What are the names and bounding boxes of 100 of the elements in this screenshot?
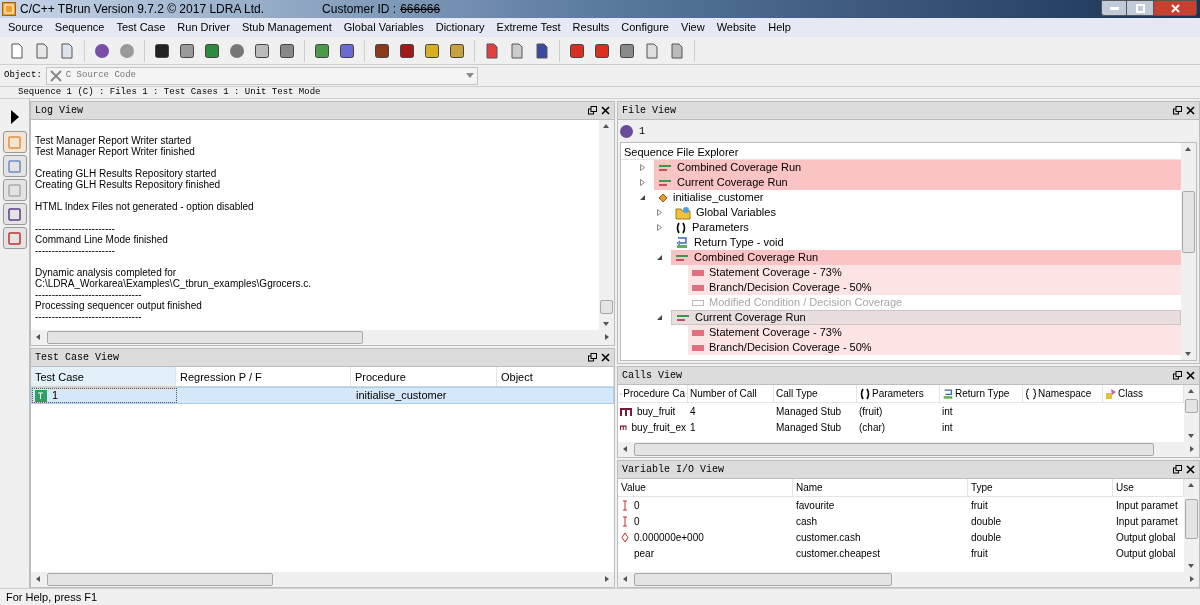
tree-item[interactable]: Return Type - void	[671, 235, 1181, 250]
side-tool-button[interactable]	[2, 203, 27, 225]
collapsed-arrow-icon[interactable]	[639, 164, 646, 171]
table-cell-text: Managed Stub	[775, 420, 843, 435]
bar-icon	[692, 283, 704, 292]
output-icon	[621, 531, 629, 543]
return-arrow-icon	[675, 236, 689, 249]
table-cell-text: 1	[52, 388, 59, 404]
menu-item[interactable]: Dictionary	[429, 18, 491, 37]
close-icon[interactable]	[601, 353, 610, 362]
column-header[interactable]: Return Type	[940, 385, 1023, 402]
panel-title: Test Case View	[35, 351, 119, 365]
log-line: --------------------------------	[35, 311, 143, 322]
bar-icon	[692, 298, 704, 307]
menu-item[interactable]: Configure	[615, 18, 675, 37]
play-icon[interactable]	[9, 109, 20, 125]
column-header[interactable]: Call Type	[774, 385, 857, 402]
column-header[interactable]: Parameters	[857, 385, 940, 402]
scrollbar[interactable]	[31, 572, 614, 587]
table-cell-text: fruit	[970, 546, 989, 561]
square-icon	[8, 183, 21, 197]
column-header[interactable]: Procedure Ca	[618, 385, 688, 402]
tree-item[interactable]: Branch/Decision Coverage - 50%	[688, 340, 1181, 355]
menu-item[interactable]: Run Driver	[171, 18, 236, 37]
float-icon[interactable]	[588, 106, 597, 115]
float-icon[interactable]	[1173, 371, 1182, 380]
side-tool-button[interactable]	[2, 227, 27, 249]
menu-item[interactable]: Test Case	[110, 18, 172, 37]
menu-item[interactable]: Stub Management	[235, 18, 338, 37]
column-header[interactable]: Type	[968, 479, 1113, 496]
close-icon[interactable]	[601, 106, 610, 115]
bars-icon	[675, 252, 689, 263]
tree-item[interactable]: Statement Coverage - 73%	[688, 265, 1181, 280]
menu-item[interactable]: View	[675, 18, 711, 37]
scrollbar[interactable]	[31, 330, 614, 345]
square-icon	[8, 231, 21, 245]
scrollbar[interactable]	[618, 442, 1199, 457]
scrollbar[interactable]	[1181, 143, 1196, 360]
float-icon[interactable]	[1173, 465, 1182, 474]
float-icon[interactable]	[588, 353, 597, 362]
column-header[interactable]: Number of Call	[688, 385, 774, 402]
tree-item[interactable]: initialise_customer	[654, 190, 1181, 205]
column-header[interactable]: Regression P / F	[176, 367, 351, 386]
table-cell-text: cash	[795, 514, 819, 529]
scrollbar[interactable]	[1184, 479, 1199, 572]
bar-icon	[692, 343, 704, 352]
parentheses-icon	[859, 387, 871, 400]
table-cell-text: Output global	[1115, 530, 1177, 545]
scrollbar[interactable]	[618, 572, 1199, 587]
close-icon[interactable]	[1186, 106, 1195, 115]
log-line: Processing sequencer output finished	[35, 300, 203, 311]
table-cell-text: 4	[689, 404, 697, 419]
tree-item[interactable]: Global Variables	[671, 205, 1181, 220]
column-header[interactable]: Object	[497, 367, 614, 386]
tree-item[interactable]: Statement Coverage - 73%	[688, 325, 1181, 340]
table-cell-text: 0	[634, 498, 640, 513]
restore-button[interactable]	[1127, 0, 1153, 16]
scrollbar[interactable]	[599, 120, 614, 330]
tree-item[interactable]: Combined Coverage Run	[654, 160, 1181, 175]
minimize-button[interactable]	[1101, 0, 1127, 16]
tree-item[interactable]: Branch/Decision Coverage - 50%	[688, 280, 1181, 295]
table-cell-text: Input paramet	[1115, 514, 1179, 529]
menu-item[interactable]: Global Variables	[337, 18, 430, 37]
close-icon[interactable]	[1186, 371, 1195, 380]
table-row[interactable]: 1 initialise_customer	[31, 387, 614, 404]
table-cell-text: double	[970, 514, 1003, 529]
column-header[interactable]: Procedure	[351, 367, 497, 386]
expanded-arrow-icon[interactable]	[656, 254, 663, 261]
collapsed-arrow-icon[interactable]	[639, 179, 646, 186]
summary-text: Sequence 1 (C) : Files 1 : Test Cases 1 : Unit Test Mode	[18, 87, 321, 98]
column-header[interactable]: Name	[793, 479, 968, 496]
expanded-arrow-icon[interactable]	[656, 314, 663, 321]
column-header[interactable]: Test Case	[31, 367, 176, 386]
log-line: ------------------------	[35, 245, 116, 256]
close-icon[interactable]	[1186, 465, 1195, 474]
table-cell-text: double	[970, 530, 1003, 545]
tree-item[interactable]: Combined Coverage Run	[671, 250, 1181, 265]
float-icon[interactable]	[1173, 106, 1182, 115]
square-icon	[8, 207, 21, 221]
menu-item[interactable]: Website	[710, 18, 763, 37]
close-button[interactable]	[1153, 0, 1197, 16]
column-header[interactable]: Value	[618, 479, 793, 496]
collapsed-arrow-icon[interactable]	[656, 209, 663, 216]
dropdown-arrow-icon	[465, 73, 474, 78]
tree-item[interactable]: Current Coverage Run	[654, 175, 1181, 190]
column-header[interactable]: Namespace	[1023, 385, 1103, 402]
object-dropdown[interactable]: C Source Code	[45, 66, 478, 85]
menu-item[interactable]: Sequence	[48, 18, 111, 37]
collapsed-arrow-icon[interactable]	[656, 224, 663, 231]
tree-item[interactable]: Current Coverage Run	[671, 310, 1181, 325]
scrollbar[interactable]	[1184, 385, 1199, 442]
window-title: C/C++ TBrun Version 9.7.2 © 2017 LDRA Ltd.	[20, 1, 265, 18]
log-line: Test Manager Report Writer started	[35, 135, 191, 146]
menu-item[interactable]: Extreme Test	[490, 18, 567, 37]
menu-item[interactable]: Results	[566, 18, 616, 37]
tree-item[interactable]: Parameters	[671, 220, 1181, 235]
expanded-arrow-icon[interactable]	[639, 194, 646, 201]
menu-item[interactable]: Help	[762, 18, 797, 37]
menu-item[interactable]: Source	[2, 18, 49, 37]
square-icon	[8, 159, 21, 173]
